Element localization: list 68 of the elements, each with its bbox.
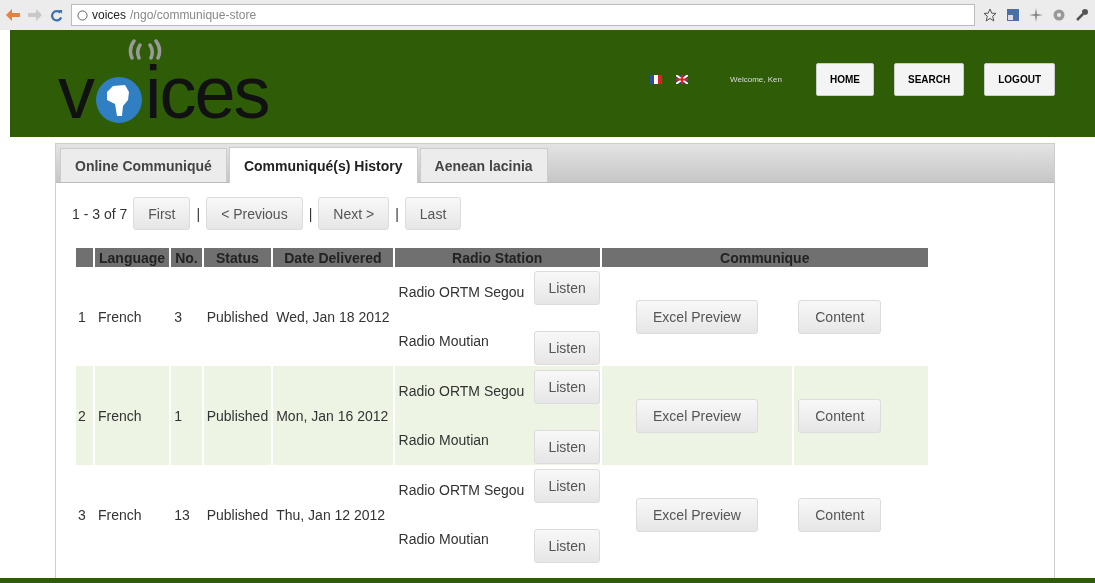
- reload-icon[interactable]: [50, 8, 63, 22]
- back-icon[interactable]: [6, 9, 20, 21]
- action-button[interactable]: Content: [798, 299, 882, 334]
- station-name: Radio Moutian: [398, 530, 490, 547]
- listen-button[interactable]: Listen: [534, 469, 600, 503]
- star-icon[interactable]: [983, 8, 997, 22]
- page-summary: 1 - 3 of 7: [72, 205, 128, 222]
- column-header: Status: [203, 248, 272, 267]
- separator-text: |: [395, 205, 399, 222]
- extension-icon[interactable]: [1006, 8, 1020, 22]
- action-button[interactable]: Content: [798, 398, 882, 433]
- listen-button[interactable]: Listen: [534, 370, 600, 404]
- sparkle-icon[interactable]: [1029, 8, 1043, 22]
- action-button[interactable]: Content: [798, 497, 882, 532]
- table-cell-text: Published: [205, 307, 270, 327]
- table-cell-text: 13: [173, 505, 191, 525]
- table-cell-text: 1: [77, 307, 87, 327]
- nav-button[interactable]: HOME: [816, 63, 874, 96]
- table-cell-text: 3: [173, 307, 183, 327]
- table-cell-text: Published: [205, 505, 270, 525]
- gear-icon[interactable]: [1052, 8, 1066, 22]
- table-cell: 2: [76, 366, 93, 465]
- table-cell: Published: [203, 366, 272, 465]
- listen-button[interactable]: Listen: [534, 271, 600, 305]
- tab[interactable]: Aenean lacinia: [419, 148, 548, 182]
- separator-text: |: [308, 205, 313, 222]
- table-cell: 1: [171, 366, 202, 465]
- column-header: No.: [171, 248, 202, 267]
- uk-flag-icon[interactable]: [676, 75, 689, 84]
- wrench-icon[interactable]: [1075, 8, 1089, 22]
- table-cell-text: Thu, Jan 12 2012: [275, 505, 387, 525]
- listen-button[interactable]: Listen: [534, 529, 600, 563]
- listen-button[interactable]: Listen: [534, 331, 600, 365]
- action-button[interactable]: Excel Preview: [636, 497, 758, 532]
- pager-button[interactable]: First: [133, 197, 191, 230]
- separator-text: |: [196, 205, 201, 222]
- welcome-text: Welcome, Ken: [730, 75, 782, 84]
- logo-text: v: [58, 55, 93, 130]
- station-name: Radio Moutian: [398, 431, 490, 448]
- table-cell: French: [95, 366, 170, 465]
- action-button[interactable]: Excel Preview: [636, 398, 758, 433]
- table-cell: Mon, Jan 16 2012: [273, 366, 393, 465]
- tab[interactable]: Communiqué(s) History: [228, 147, 418, 183]
- station-name: Radio ORTM Segou: [398, 383, 525, 400]
- tab[interactable]: Online Communiqué: [60, 148, 227, 182]
- listen-button[interactable]: Listen: [534, 430, 600, 464]
- pager-button[interactable]: Next >: [318, 197, 390, 230]
- table-cell-text: Wed, Jan 18 2012: [275, 307, 391, 327]
- station-name: Radio ORTM Segou: [398, 482, 525, 499]
- table-cell-text: French: [97, 505, 143, 525]
- globe-icon: [77, 9, 88, 21]
- nav-button[interactable]: SEARCH: [894, 63, 965, 96]
- logo-text: ices: [145, 55, 269, 130]
- column-header: Communique: [601, 248, 928, 267]
- globe-icon: [95, 75, 143, 124]
- table-cell-text: French: [97, 307, 143, 327]
- pager-button[interactable]: Last: [404, 197, 462, 230]
- french-flag-icon[interactable]: [650, 75, 663, 84]
- table-cell-text: 3: [77, 505, 87, 525]
- station-name: Radio ORTM Segou: [398, 284, 525, 301]
- column-header: Language: [95, 248, 170, 267]
- nav-button[interactable]: LOGOUT: [984, 63, 1055, 96]
- address-bar[interactable]: voices /ngo/communique-store: [71, 4, 975, 26]
- station-name: Radio Moutian: [398, 332, 490, 349]
- pager-button[interactable]: < Previous: [206, 197, 303, 230]
- column-header: Radio Station: [394, 248, 600, 267]
- column-header: Date Delivered: [273, 248, 393, 267]
- action-button[interactable]: Excel Preview: [636, 299, 758, 334]
